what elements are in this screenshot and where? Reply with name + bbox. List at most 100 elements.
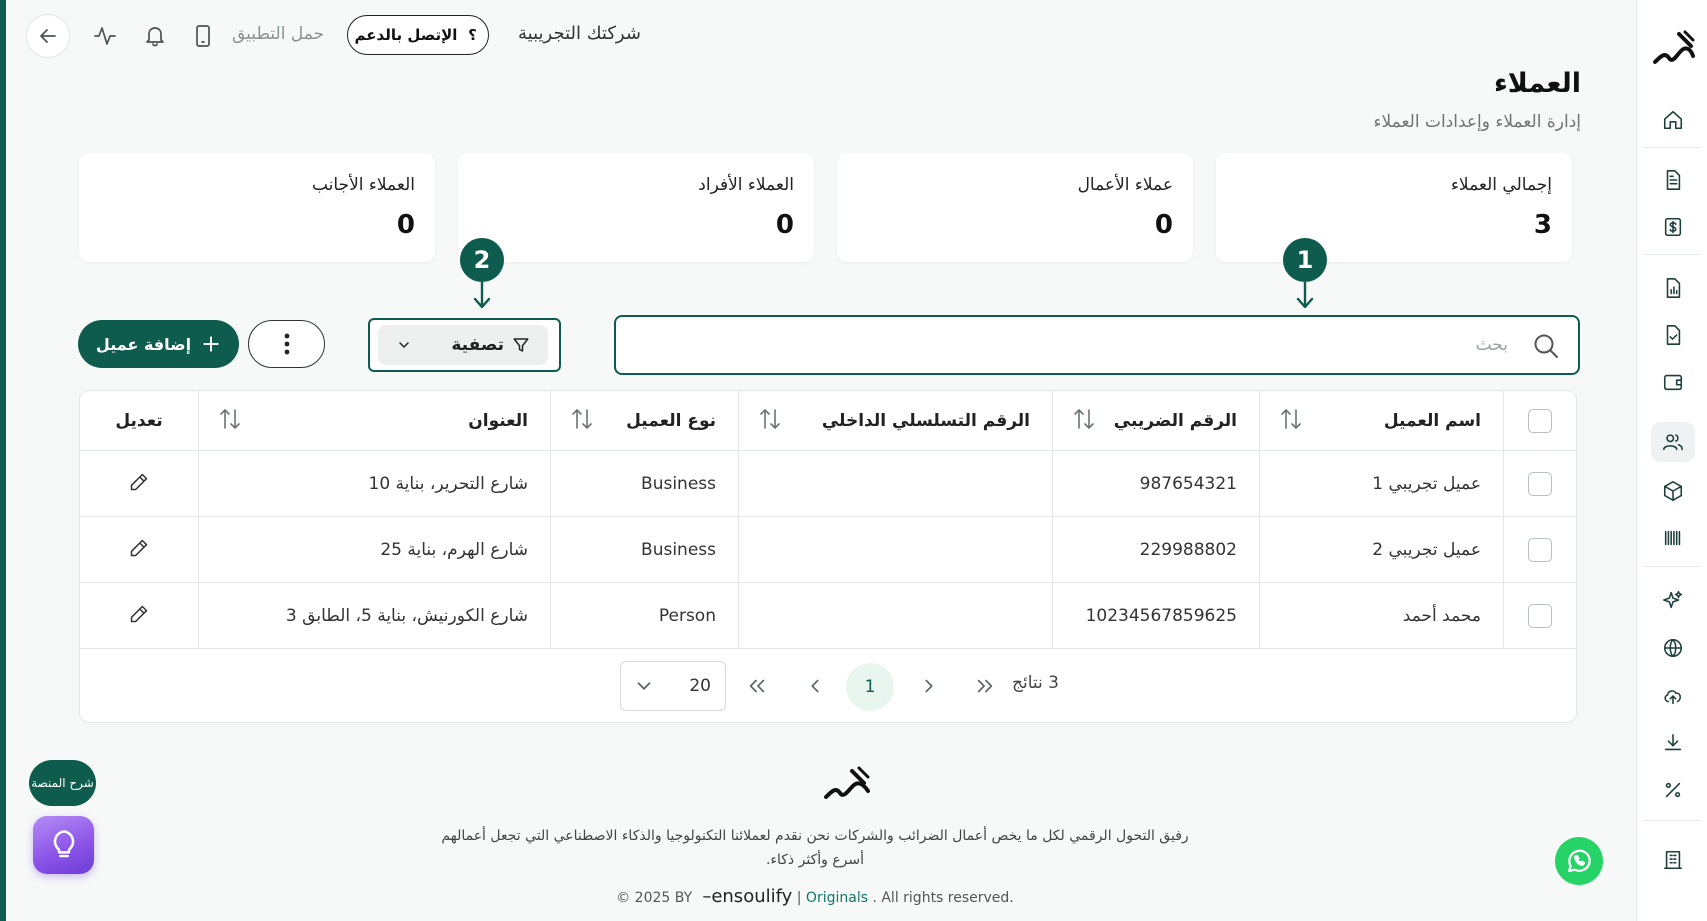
- customer-address: شارع الهرم، بناية 25: [380, 539, 528, 560]
- brand-name: –ensoulify: [696, 886, 793, 907]
- company-name[interactable]: شركتك التجريبية: [518, 23, 641, 44]
- chevron-right-icon: [925, 679, 933, 693]
- column-header-tax-number[interactable]: الرقم الضريبي: [1052, 391, 1259, 450]
- pencil-icon: [130, 473, 148, 490]
- page-size-select[interactable]: 20: [620, 661, 726, 711]
- last-page-button[interactable]: [972, 673, 998, 699]
- sort-icon: [220, 408, 240, 429]
- row-checkbox[interactable]: [1528, 603, 1552, 628]
- sidebar-item-documents[interactable]: [1651, 160, 1695, 200]
- file-check-icon: [1666, 325, 1681, 345]
- originals-link[interactable]: Originals: [806, 890, 868, 906]
- chevron-down-icon: [399, 342, 409, 349]
- customer-name: عميل تجريبي 2: [1372, 539, 1481, 560]
- stat-card-total: إجمالي العملاء 3: [1216, 153, 1572, 262]
- whatsapp-button[interactable]: [1555, 837, 1603, 885]
- sidebar-item-approvals[interactable]: [1651, 315, 1695, 355]
- home-icon: [1663, 110, 1683, 130]
- sort-icon: [1281, 408, 1301, 429]
- tax-number: 10234567859625: [1085, 605, 1237, 626]
- box-icon: [1663, 481, 1683, 501]
- filter-button[interactable]: تصفية: [378, 325, 548, 365]
- sidebar-divider: [1643, 820, 1701, 821]
- next-page-button[interactable]: [916, 673, 942, 699]
- select-all-checkbox[interactable]: [1528, 408, 1552, 433]
- stat-value: 0: [1154, 210, 1173, 240]
- sidebar-item-upload[interactable]: [1651, 676, 1695, 716]
- sidebar-item-integrations[interactable]: [1651, 628, 1695, 668]
- support-label: الإتصل بالدعم: [354, 26, 458, 44]
- pagination: 20 1 3 نتائج: [80, 651, 1576, 721]
- arrow-left-icon: [40, 29, 56, 43]
- chevrons-left-icon: [749, 679, 765, 693]
- plus-icon: [203, 336, 219, 352]
- edit-button[interactable]: [129, 538, 149, 562]
- platform-guide-button[interactable]: شرح المنصة: [29, 760, 96, 806]
- arrow-down-icon: [473, 282, 491, 309]
- add-customer-label: إضافة عميل: [95, 334, 192, 354]
- footer-copyright: © 2025 BY –ensoulify | Originals . All r…: [616, 886, 1014, 907]
- app-logo[interactable]: [1649, 28, 1697, 74]
- stat-card-foreign: العملاء الأجانب 0: [79, 153, 435, 262]
- column-header-serial[interactable]: الرقم التسلسلي الداخلي: [738, 391, 1052, 450]
- stat-label: إجمالي العملاء: [1450, 175, 1552, 195]
- search-input[interactable]: [628, 327, 1508, 363]
- stat-value: 0: [396, 210, 415, 240]
- chevron-left-icon: [811, 679, 819, 693]
- back-button[interactable]: [26, 14, 70, 58]
- add-customer-button[interactable]: إضافة عميل: [78, 320, 239, 368]
- activity-button[interactable]: [91, 22, 119, 50]
- stat-label: عملاء الأعمال: [1077, 175, 1173, 195]
- users-icon: [1663, 434, 1683, 451]
- sparkles-icon: [1663, 590, 1683, 609]
- column-header-edit: تعديل: [80, 391, 198, 450]
- sidebar-divider: [1643, 254, 1701, 255]
- sidebar-divider: [1643, 147, 1701, 148]
- table-row[interactable]: محمد أحمد 10234567859625 Person شارع الك…: [80, 583, 1576, 649]
- contact-support-button[interactable]: ؟ الإتصل بالدعم: [347, 15, 489, 55]
- globe-icon: [1663, 638, 1683, 658]
- first-page-button[interactable]: [744, 673, 770, 699]
- left-accent-strip: [0, 0, 6, 921]
- previous-page-button[interactable]: [802, 673, 828, 699]
- current-page[interactable]: 1: [846, 663, 894, 711]
- page-subtitle: إدارة العملاء وإعدادات العملاء: [1373, 112, 1581, 132]
- header-label: الرقم الضريبي: [1113, 410, 1237, 431]
- sidebar-item-customers[interactable]: [1651, 422, 1695, 462]
- header-label: اسم العميل: [1383, 410, 1481, 431]
- copyright-prefix: © 2025 BY: [616, 890, 693, 906]
- sidebar-item-invoices[interactable]: [1651, 207, 1695, 247]
- notifications-button[interactable]: [141, 22, 169, 50]
- sidebar-item-home[interactable]: [1651, 100, 1695, 140]
- sidebar-item-reports[interactable]: [1651, 268, 1695, 308]
- more-options-button[interactable]: [248, 320, 325, 368]
- edit-button[interactable]: [129, 472, 149, 496]
- edit-button[interactable]: [129, 604, 149, 628]
- table-row[interactable]: عميل تجريبي 2 229988802 Business شارع ال…: [80, 517, 1576, 583]
- sidebar-item-barcode[interactable]: [1651, 518, 1695, 558]
- sidebar-item-wallet[interactable]: [1651, 362, 1695, 402]
- column-header-name[interactable]: اسم العميل: [1259, 391, 1503, 450]
- help-circle-icon: ؟: [468, 26, 477, 44]
- column-header-address[interactable]: العنوان: [198, 391, 550, 450]
- table-row[interactable]: عميل تجريبي 1 987654321 Business شارع ال…: [80, 451, 1576, 517]
- building-icon: [1663, 850, 1683, 870]
- row-checkbox[interactable]: [1528, 471, 1552, 496]
- row-checkbox[interactable]: [1528, 537, 1552, 562]
- footer-logo: [824, 766, 870, 799]
- customer-type: Business: [641, 473, 716, 494]
- sidebar-item-company[interactable]: [1651, 840, 1695, 880]
- column-header-type[interactable]: نوع العميل: [550, 391, 738, 450]
- download-app-link[interactable]: حمل التطبيق: [232, 24, 324, 44]
- ideas-button[interactable]: [33, 816, 94, 874]
- sidebar-item-download[interactable]: [1651, 723, 1695, 763]
- report-icon: [1666, 278, 1681, 298]
- annotation-marker-2: 2: [460, 238, 504, 282]
- page-size-value: 20: [689, 676, 711, 696]
- sidebar-item-taxes[interactable]: [1651, 770, 1695, 810]
- mobile-app-button[interactable]: [189, 22, 217, 50]
- activity-icon: [94, 27, 116, 45]
- search-box: [614, 315, 1580, 375]
- sidebar-item-products[interactable]: [1651, 471, 1695, 511]
- sidebar-item-ai[interactable]: [1651, 580, 1695, 620]
